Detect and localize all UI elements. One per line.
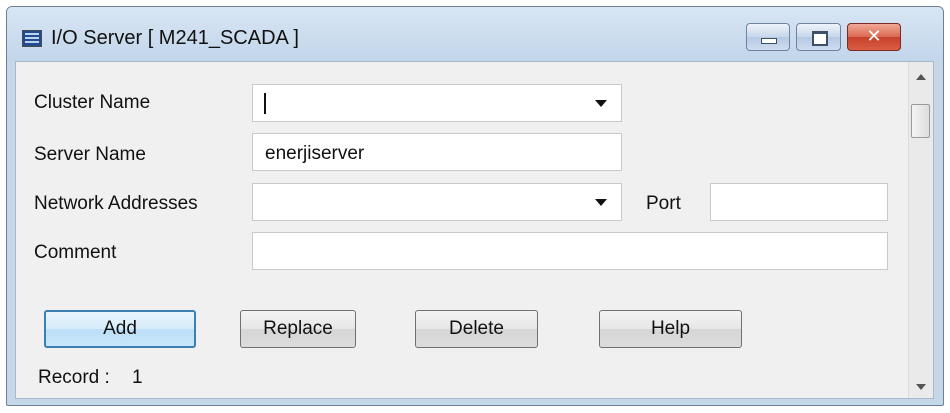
cluster-name-label: Cluster Name [34,92,151,113]
port-label: Port [646,193,681,214]
scroll-thumb[interactable] [911,104,930,138]
app-icon [22,30,42,47]
port-field[interactable] [710,183,888,221]
delete-button[interactable]: Delete [415,310,538,348]
replace-button[interactable]: Replace [240,310,356,348]
network-addresses-combobox[interactable] [252,183,622,221]
vertical-scrollbar[interactable] [908,62,933,398]
scroll-down-arrow-icon[interactable] [916,384,926,390]
network-addresses-label: Network Addresses [34,193,198,214]
server-name-value: enerjiserver [265,143,365,164]
io-server-window: I/O Server [ M241_SCADA ] ✕ Cluster Name… [6,6,944,406]
server-name-label: Server Name [34,144,146,165]
maximize-icon [812,31,828,46]
close-icon: ✕ [866,26,882,47]
record-label: Record : [38,367,110,388]
minimize-button[interactable] [746,23,790,51]
cluster-name-combobox[interactable] [252,84,622,122]
comment-label: Comment [34,242,117,263]
minimize-icon [761,38,777,44]
maximize-button[interactable] [796,23,841,51]
close-button[interactable]: ✕ [847,23,901,51]
title-bar[interactable]: I/O Server [ M241_SCADA ] ✕ [7,7,943,61]
add-button[interactable]: Add [44,310,196,348]
text-caret [264,93,266,114]
chevron-down-icon[interactable] [595,199,607,206]
server-name-field[interactable]: enerjiserver [252,133,622,171]
window-title: I/O Server [ M241_SCADA ] [51,27,299,49]
scroll-up-arrow-icon[interactable] [916,74,926,80]
chevron-down-icon[interactable] [595,100,607,107]
help-button[interactable]: Help [599,310,742,348]
comment-field[interactable] [252,232,888,270]
record-number: 1 [132,367,143,388]
screen: I/O Server [ M241_SCADA ] ✕ Cluster Name… [0,0,950,413]
form-panel: Cluster Name Server Name enerjiserver Ne… [15,61,934,399]
